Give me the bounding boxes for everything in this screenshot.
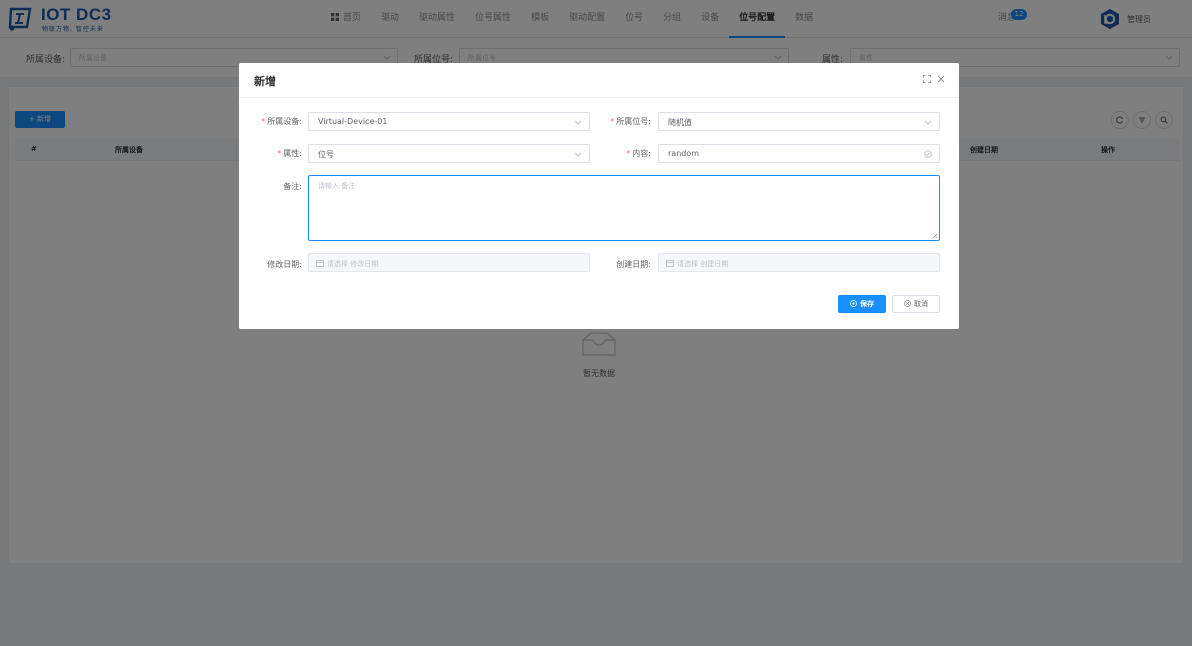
update-date-label: 修改日期: xyxy=(267,260,302,269)
dialog-title: 新增 xyxy=(254,75,276,88)
resize-handle-icon[interactable] xyxy=(932,233,938,239)
dialog-divider xyxy=(239,97,959,98)
check-circle-icon xyxy=(924,150,932,158)
device-select-value: Virtual-Device-01 xyxy=(318,117,388,126)
create-date-placeholder: 请选择 创建日期 xyxy=(677,260,729,268)
attribute-field-label: * 属性: xyxy=(256,148,302,159)
point-select-value: 随机值 xyxy=(668,118,692,127)
remark-textarea[interactable]: 请输入 备注 xyxy=(308,175,940,241)
attribute-label-text: 属性: xyxy=(283,149,302,158)
add-dialog: 新增 * 所属设备: Virtual-Device-01 * 所属位号: 随机值 *… xyxy=(239,63,959,329)
chevron-down-icon xyxy=(924,120,932,125)
required-mark: * xyxy=(261,117,266,126)
attribute-select-value: 位号 xyxy=(318,150,334,159)
device-select[interactable]: Virtual-Device-01 xyxy=(308,112,590,131)
save-label: 保存 xyxy=(860,300,874,308)
required-mark: * xyxy=(277,149,282,158)
create-date-label: 创建日期: xyxy=(616,260,651,269)
device-field-label: * 所属设备: xyxy=(256,116,302,127)
fullscreen-icon[interactable] xyxy=(923,75,931,83)
create-date-picker[interactable]: 请选择 创建日期 xyxy=(658,253,940,272)
attribute-select[interactable]: 位号 xyxy=(308,144,590,163)
save-icon xyxy=(850,300,857,307)
calendar-icon xyxy=(666,260,674,267)
remark-field-label: 备注: xyxy=(283,182,302,191)
required-mark: * xyxy=(626,149,631,158)
close-icon[interactable] xyxy=(937,75,945,83)
calendar-icon xyxy=(316,260,324,267)
update-date-picker[interactable]: 请选择 修改日期 xyxy=(308,253,590,272)
content-label-text: 内容: xyxy=(632,149,651,158)
content-input[interactable]: random xyxy=(658,144,940,163)
remark-placeholder: 请输入 备注 xyxy=(318,182,356,190)
point-label-text: 所属位号: xyxy=(616,117,651,126)
save-button[interactable]: 保存 xyxy=(838,295,886,313)
cancel-icon xyxy=(904,300,911,307)
content-input-value: random xyxy=(668,149,700,158)
point-select[interactable]: 随机值 xyxy=(658,112,940,131)
point-field-label: * 所属位号: xyxy=(603,116,651,127)
device-label-text: 所属设备: xyxy=(267,117,302,126)
content-field-label: * 内容: xyxy=(603,148,651,159)
chevron-down-icon xyxy=(574,152,582,157)
required-mark: * xyxy=(610,117,615,126)
update-date-placeholder: 请选择 修改日期 xyxy=(327,260,379,268)
cancel-button[interactable]: 取消 xyxy=(892,295,940,313)
cancel-label: 取消 xyxy=(914,300,928,308)
chevron-down-icon xyxy=(574,120,582,125)
